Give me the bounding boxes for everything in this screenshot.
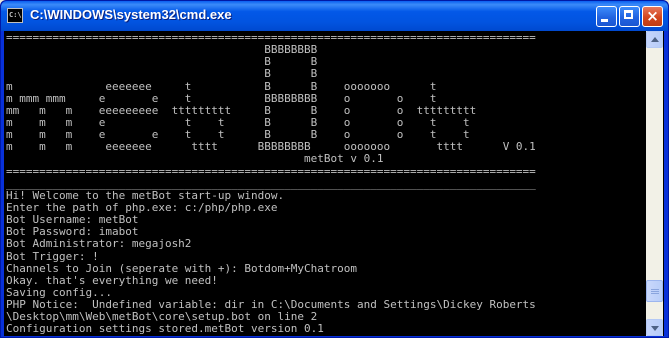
- maximize-icon: [624, 10, 633, 19]
- cmd-app-icon[interactable]: C:\: [7, 8, 23, 23]
- minimize-icon: [601, 19, 608, 22]
- maximize-button[interactable]: [619, 6, 640, 27]
- grip-line-icon: [651, 291, 659, 292]
- console-line: m eeeeeee t B B ooooooo t: [6, 80, 437, 93]
- console-line: \Desktop\mm\Web\metBot\core\setup.bot on…: [6, 311, 318, 324]
- console-line: Enter the path of php.exe: c:/php/php.ex…: [6, 201, 278, 214]
- console-client-area: ========================================…: [4, 31, 664, 336]
- console-line: m m m e e t t B B o o t t: [6, 129, 470, 142]
- app-icon-label: C:\: [9, 11, 22, 19]
- close-icon: ×: [646, 7, 659, 25]
- console-line: Saving config...: [6, 286, 112, 299]
- grip-line-icon: [651, 289, 659, 290]
- console-line: B B: [6, 56, 318, 69]
- console-line: Hi! Welcome to the metBot start-up windo…: [6, 189, 285, 202]
- console-line: Channels to Join (seperate with +): Botd…: [6, 262, 357, 275]
- console-line: Okay. that's everything we need!: [6, 274, 218, 287]
- scroll-up-button[interactable]: [646, 31, 663, 48]
- console-line: Bot Username: metBot: [6, 214, 139, 227]
- console-line: m mmm mmm e e t BBBBBBBB o o t: [6, 92, 437, 105]
- title-bar[interactable]: C:\ C:\WINDOWS\system32\cmd.exe ×: [1, 1, 668, 31]
- console-line: Bot Administrator: megajosh2: [6, 238, 192, 251]
- scroll-down-button[interactable]: [646, 319, 663, 336]
- console-line: Bot Trigger: !: [6, 250, 99, 263]
- console-line: metBot v 0.1: [6, 153, 384, 166]
- console-line: m m m e t t B B o o t t: [6, 116, 470, 129]
- console-line: BBBBBBBB: [6, 44, 318, 57]
- minimize-button[interactable]: [596, 6, 617, 27]
- console-line: Configuration settings stored.metBot ver…: [6, 323, 324, 334]
- window-title: C:\WINDOWS\system32\cmd.exe: [30, 7, 232, 22]
- arrow-up-icon: [651, 37, 659, 42]
- console-line: Bot Password: imabot: [6, 226, 139, 239]
- console-line: ========================================…: [6, 32, 536, 44]
- console-line: ========================================…: [6, 165, 536, 178]
- console-line: PHP Notice: Undefined variable: dir in C…: [6, 299, 536, 312]
- console-window: C:\ C:\WINDOWS\system32\cmd.exe × ======…: [0, 0, 669, 338]
- console-line: m m m eeeeeee tttt BBBBBBBB ooooooo tttt…: [6, 141, 536, 154]
- console-output[interactable]: ========================================…: [6, 32, 642, 334]
- scrollbar-thumb[interactable]: [646, 280, 663, 302]
- console-line: mm m m eeeeeeeee ttttttttt B B o o ttttt…: [6, 104, 477, 117]
- arrow-down-icon: [651, 326, 659, 331]
- console-line: ________________________________________…: [6, 177, 536, 190]
- console-line: B B: [6, 68, 318, 81]
- close-button[interactable]: ×: [642, 6, 663, 27]
- vertical-scrollbar[interactable]: [646, 31, 663, 336]
- grip-line-icon: [651, 293, 659, 294]
